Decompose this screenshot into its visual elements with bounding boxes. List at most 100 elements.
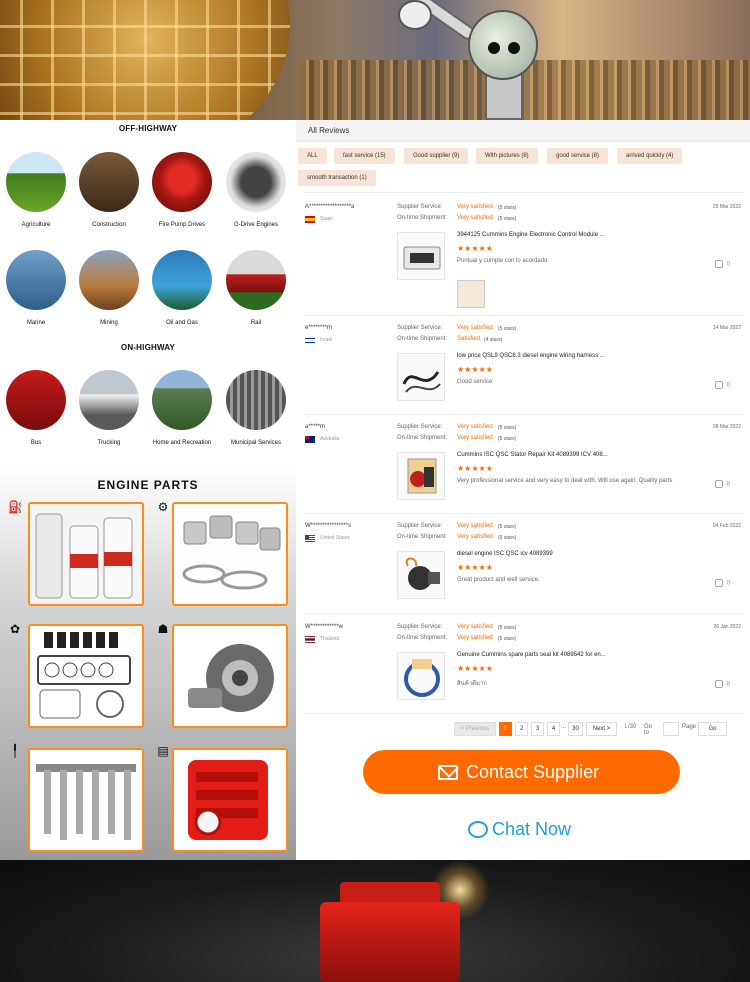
product-title[interactable]: low price QSL9 QSC8.3 diesel engine wiri… (457, 353, 605, 359)
divider (304, 613, 744, 614)
page-label: Page (682, 724, 697, 730)
engine-image (320, 902, 460, 982)
category-construction[interactable]: Construction (73, 152, 145, 230)
product-thumbnail[interactable] (397, 452, 445, 500)
mascot-head (468, 10, 538, 80)
category-municipal[interactable]: Municipal Services (220, 370, 292, 448)
part-gaskets[interactable] (28, 624, 144, 728)
page-button-4[interactable]: 4 (547, 722, 560, 736)
product-thumbnail[interactable] (397, 353, 445, 401)
page-button-3[interactable]: 3 (531, 722, 544, 736)
rail-image (226, 250, 286, 310)
thumbs-up-icon (714, 480, 723, 488)
tag-with-pictures[interactable]: With pictures (8) (476, 148, 538, 164)
category-home-recreation[interactable]: Home and Recreation (146, 370, 218, 448)
flag-israel-icon (305, 337, 315, 344)
product-title[interactable]: 3944125 Cummins Engine Electronic Contro… (457, 232, 605, 238)
product-title[interactable]: Cummins ISC QSC Stator Repair Kit 408939… (457, 452, 608, 458)
tag-good-service[interactable]: good service (8) (547, 148, 609, 164)
piston-icon: ⚙ (157, 500, 169, 514)
page-button-2[interactable]: 2 (515, 722, 528, 736)
reviewer-country: Israel (320, 337, 333, 343)
go-button[interactable]: Go (698, 722, 727, 736)
page-number-input[interactable] (663, 722, 679, 736)
reviews-header: All Reviews (296, 120, 750, 142)
mascot-hand (398, 0, 432, 30)
review-item: a*****m Australia Supplier Service: Very… (296, 424, 750, 514)
category-g-drive[interactable]: G-Drive Engines (220, 152, 292, 230)
product-title[interactable]: Genuine Cummins spare parts seal kit 408… (457, 652, 606, 658)
category-rail[interactable]: Rail (220, 250, 292, 328)
category-bus[interactable]: Bus (0, 370, 72, 448)
shipment-value: Very satisfied (457, 215, 493, 221)
contact-supplier-button[interactable]: Contact Supplier (363, 750, 680, 794)
category-oil-gas[interactable]: Oil and Gas (146, 250, 218, 328)
engine-parts-title: ENGINE PARTS (97, 478, 199, 492)
globe-grid (0, 0, 290, 120)
engine-parts-section: ENGINE PARTS ⛽ ⚙ ✿ ☗ ╿ ▤ (0, 468, 296, 860)
next-page-button[interactable]: Next > (586, 722, 617, 736)
municipal-image (226, 370, 286, 430)
top-banner (0, 0, 750, 120)
shipment-stars: (5 stars) (498, 636, 517, 642)
product-title[interactable]: diesel engine ISC QSC icv 4089399 (457, 551, 553, 557)
rating-stars: ★★★★★ (457, 365, 493, 374)
page-button-1[interactable]: 1 (499, 722, 512, 736)
previous-page-button[interactable]: < Previous (454, 722, 496, 736)
reviewer-name: a*****m (305, 424, 326, 430)
category-label: Agriculture (21, 222, 51, 228)
pistons-image (174, 504, 286, 604)
like-button[interactable]: 0 (714, 579, 730, 587)
icv-valve-image (405, 557, 440, 590)
part-ecm[interactable] (172, 748, 288, 852)
shipment-label: On-time Shipment: (397, 435, 448, 441)
review-date: 04 Feb 2022 (712, 523, 741, 529)
supplier-service-value: Very satisfied (457, 624, 493, 630)
like-button[interactable]: 0 (714, 480, 730, 488)
category-mining[interactable]: Mining (73, 250, 145, 328)
review-text: Good service (457, 379, 493, 385)
review-photo[interactable] (457, 280, 485, 308)
like-count: 0 (726, 580, 730, 587)
page-button-30[interactable]: 30 (568, 722, 583, 736)
category-label: Marine (26, 320, 46, 326)
like-button[interactable]: 0 (714, 680, 730, 688)
category-label: Mining (100, 320, 118, 326)
gasket-icon: ✿ (9, 622, 21, 636)
supplier-service-stars: (5 stars) (498, 205, 517, 211)
divider (304, 414, 744, 415)
part-pistons[interactable] (172, 502, 288, 606)
tag-good-supplier[interactable]: Good supplier (9) (404, 148, 469, 164)
agriculture-image (6, 152, 66, 212)
review-item: W****************s United States Supplie… (296, 523, 750, 613)
product-thumbnail[interactable] (397, 551, 445, 599)
bus-image (6, 370, 66, 430)
review-text: สินค้าดีมาก (457, 681, 487, 687)
reviewer-name: W****************s (305, 523, 352, 529)
product-thumbnail[interactable] (397, 232, 445, 280)
tag-smooth-transaction[interactable]: smooth transaction (1) (298, 170, 376, 186)
product-thumbnail[interactable] (397, 652, 445, 700)
like-button[interactable]: 0 (714, 260, 730, 268)
part-turbocharger[interactable] (172, 624, 288, 728)
part-injectors[interactable] (28, 748, 144, 852)
like-button[interactable]: 0 (714, 381, 730, 389)
category-label: Construction (92, 222, 126, 228)
tag-all[interactable]: ALL (298, 148, 327, 164)
category-fire-pump[interactable]: Fire Pump Drives (146, 152, 218, 230)
turbo-icon: ☗ (157, 622, 169, 636)
tag-fast-service[interactable]: fast service (15) (334, 148, 395, 164)
tag-arrived-quickly[interactable]: arrived quickly (4) (617, 148, 683, 164)
part-filters[interactable] (28, 502, 144, 606)
ecm-image (174, 750, 286, 850)
category-marine[interactable]: Marine (0, 250, 72, 328)
review-date: 14 Mar 2022 (712, 325, 741, 331)
shipment-stars: (5 stars) (498, 436, 517, 442)
supplier-service-value: Very satisfied (457, 523, 493, 529)
review-item: A******************a Spain Supplier Serv… (296, 204, 750, 314)
category-agriculture[interactable]: Agriculture (0, 152, 72, 230)
mascot-eye (508, 42, 520, 54)
goto-label: Go to (644, 724, 653, 736)
category-trucking[interactable]: Trucking (73, 370, 145, 448)
reviewer-country: United States (320, 535, 351, 541)
